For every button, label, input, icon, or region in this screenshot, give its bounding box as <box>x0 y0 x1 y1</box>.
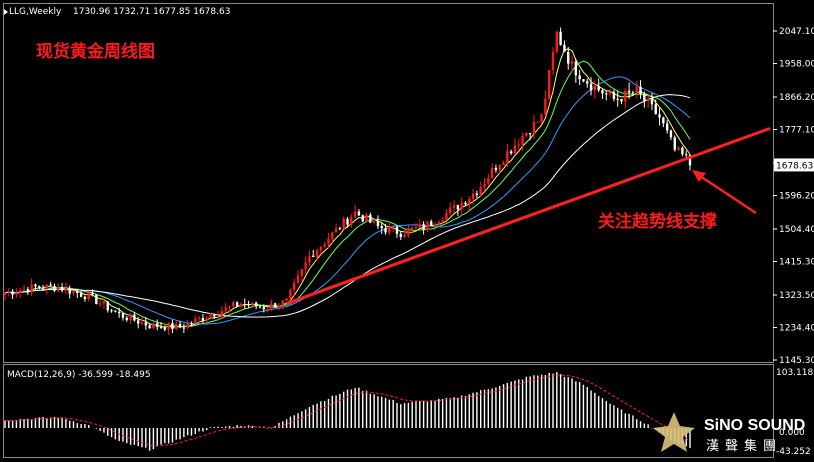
macd-label: MACD(12,26,9) -36.599 -18.495 <box>7 370 151 380</box>
logo-name: SiNO SOUND <box>704 417 805 434</box>
price-tick-label: 1145.30 <box>779 356 814 366</box>
candle <box>673 135 676 152</box>
candle <box>547 69 551 101</box>
chart-title-cn: 现货黄金周线图 <box>36 41 155 62</box>
candle <box>536 121 539 123</box>
candle <box>555 30 559 54</box>
support-note-cn: 关注趋势线支撑 <box>598 211 717 232</box>
chart-ohlc: 1730.96 1732.71 1677.85 1678.63 <box>73 7 230 17</box>
price-tick-label: 1777.10 <box>779 126 814 136</box>
chart-symbol: LLG,Weekly <box>9 7 62 17</box>
price-tick-label: 1415.30 <box>779 257 814 267</box>
macd-top-label: 103.118 <box>776 368 813 378</box>
price-tick-label: 1596.20 <box>779 192 814 202</box>
logo-name-cn: 漢聲集團 <box>706 438 782 454</box>
price-tick-label: 1504.40 <box>779 225 814 235</box>
chart-canvas: 2047.101958.001866.201777.101686.001596.… <box>0 0 814 462</box>
current-price-badge: 1678.63 <box>774 158 814 172</box>
current-price-label: 1678.63 <box>776 161 813 171</box>
price-tick-label: 2047.10 <box>779 27 814 37</box>
price-tick-label: 1234.40 <box>779 323 814 333</box>
price-tick-label: 1323.50 <box>779 291 814 301</box>
price-tick-label: 1866.20 <box>779 93 814 103</box>
candle <box>361 214 364 223</box>
candle <box>273 302 277 308</box>
price-tick-label: 1958.00 <box>779 60 814 70</box>
candle <box>95 294 98 305</box>
